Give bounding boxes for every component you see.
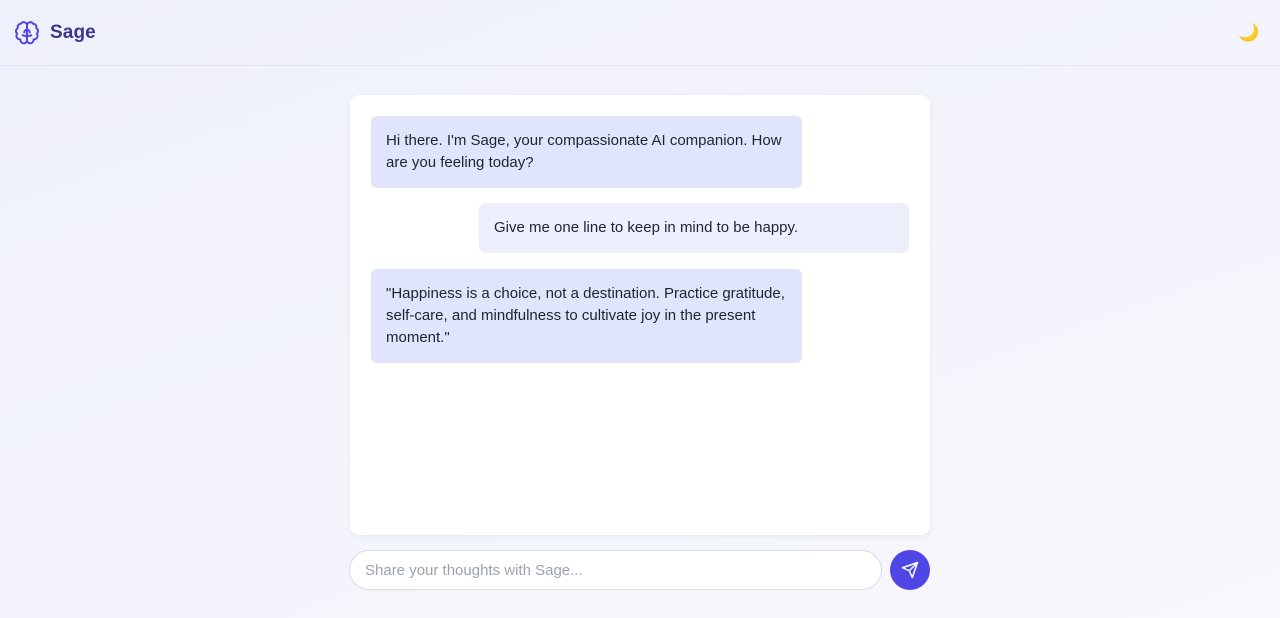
theme-toggle-moon-icon[interactable]: 🌙 (1238, 22, 1260, 44)
assistant-message: "Happiness is a choice, not a destinatio… (371, 269, 802, 363)
app-header: Sage 🌙 (0, 0, 1280, 66)
user-message: Give me one line to keep in mind to be h… (479, 203, 909, 253)
message-input[interactable] (349, 550, 883, 590)
send-button[interactable] (890, 550, 930, 590)
brand: Sage (14, 20, 96, 46)
send-icon (901, 561, 919, 579)
chat-panel: Hi there. I'm Sage, your compassionate A… (350, 95, 930, 535)
composer (349, 550, 930, 590)
assistant-message: Hi there. I'm Sage, your compassionate A… (371, 116, 802, 188)
brain-icon (14, 20, 40, 46)
app-title: Sage (50, 21, 96, 43)
